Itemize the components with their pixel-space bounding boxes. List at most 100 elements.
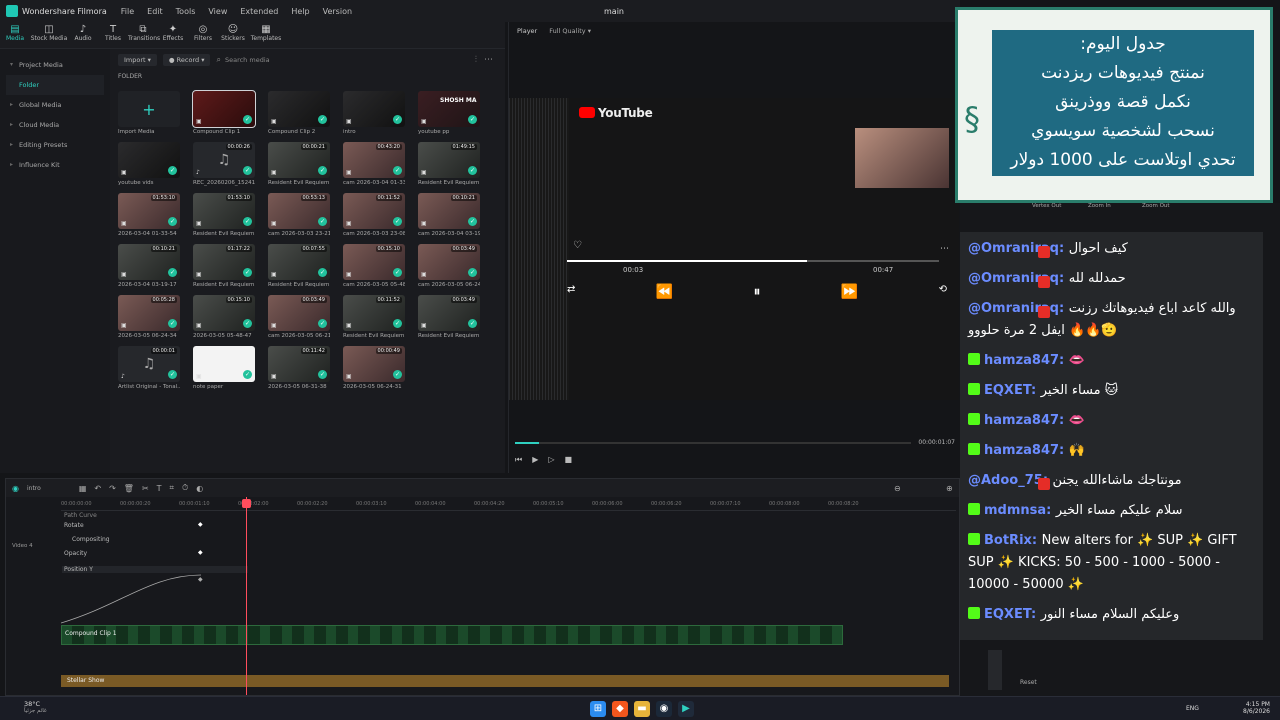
media-thumbnail[interactable]: 00:05:28 ▣ ✓ [118, 295, 180, 331]
menu-view[interactable]: View [208, 7, 227, 16]
repeat-icon[interactable]: ⟲ [939, 284, 947, 300]
timeline-ruler[interactable]: 00:00:00:00 00:00:00:20 00:00:01:10 00:00:0… [61, 497, 956, 511]
forward-icon[interactable]: ⏩ [841, 284, 858, 300]
sidebar-item-project-media[interactable]: ▾ Project Media [0, 55, 110, 75]
media-thumbnail[interactable]: 00:53:13 ▣ ✓ [268, 193, 330, 229]
undo-icon[interactable]: ↶ [94, 484, 101, 493]
tool-audio[interactable]: ♪ Audio [68, 22, 98, 48]
keyframe-diamond-icon[interactable]: ◆ [198, 549, 203, 556]
media-card[interactable]: 01:53:10 ▣ ✓ 2026-03-04 01-33-54 [118, 193, 180, 237]
media-thumbnail[interactable]: ♫ 00:00:01 ♪ ✓ [118, 346, 180, 382]
media-card[interactable]: 00:00:21 ▣ ✓ Resident Evil Requiem... [268, 142, 330, 186]
media-card[interactable]: 00:11:52 ▣ ✓ cam 2026-03-03 23-08... [343, 193, 405, 237]
media-thumbnail[interactable]: 00:00:21 ▣ ✓ [268, 142, 330, 178]
media-card[interactable]: 00:03:49 ▣ ✓ cam 2026-03-05 06-24... [418, 244, 480, 288]
media-thumbnail[interactable]: ▣ ✓ [192, 90, 256, 128]
next-frame-icon[interactable]: ▷ [548, 455, 554, 465]
media-thumbnail[interactable]: SHOSH MA ▣ ✓ [418, 91, 480, 127]
more-icon[interactable]: ⋯ [940, 244, 949, 254]
media-thumbnail[interactable]: ▣ ✓ [118, 142, 180, 178]
text-icon[interactable]: T [157, 484, 162, 493]
media-thumbnail[interactable]: 00:15:10 ▣ ✓ [193, 295, 255, 331]
media-card[interactable]: ♫ 00:00:01 ♪ ✓ Artlist Original - Tonal... [118, 346, 180, 390]
redo-icon[interactable]: ↷ [109, 484, 116, 493]
media-card[interactable]: 00:53:13 ▣ ✓ cam 2026-03-03 23-21... [268, 193, 330, 237]
media-card[interactable]: 00:15:10 ▣ ✓ 2026-03-05 05-48-47 [193, 295, 255, 339]
reset-button[interactable]: Reset [1020, 679, 1037, 686]
media-thumbnail[interactable]: 00:11:42 ▣ ✓ [268, 346, 330, 382]
media-card[interactable]: ▣ ✓ Compound Clip 1 [192, 90, 256, 135]
stop-icon[interactable]: ■ [565, 455, 573, 465]
menu-extended[interactable]: Extended [240, 7, 278, 16]
media-card[interactable]: ▣ ✓ note paper [193, 346, 255, 390]
menu-help[interactable]: Help [291, 7, 309, 16]
tool-titles[interactable]: T Titles [98, 22, 128, 48]
media-card[interactable]: SHOSH MA ▣ ✓ youtube pp [418, 91, 480, 135]
media-card[interactable]: + Import Media [118, 91, 180, 135]
prev-frame-icon[interactable]: ⏮ [515, 455, 522, 465]
filter-icon[interactable]: ⫶ [475, 55, 477, 65]
menu-tools[interactable]: Tools [176, 7, 196, 16]
brave-icon[interactable]: ◆ [612, 701, 628, 717]
play-icon[interactable]: ▶ [532, 455, 538, 465]
steam-icon[interactable]: ◉ [656, 701, 672, 717]
media-card[interactable]: 00:11:42 ▣ ✓ 2026-03-05 06-31-38 [268, 346, 330, 390]
media-card[interactable]: 00:11:52 ▣ ✓ Resident Evil Requiem... [343, 295, 405, 339]
media-card[interactable]: ♫ 00:00:26 ♪ ✓ REC_20260206_152418 [193, 142, 255, 186]
shuffle-icon[interactable]: ⇄ [567, 284, 575, 300]
grid-icon[interactable]: ▦ [79, 484, 87, 493]
sequence-name[interactable]: intro [27, 485, 41, 492]
media-thumbnail[interactable]: 01:53:10 ▣ ✓ [118, 193, 180, 229]
menu-version[interactable]: Version [323, 7, 352, 16]
tool-templates[interactable]: ▦ Templates [248, 22, 284, 48]
tool-filters[interactable]: ◎ Filters [188, 22, 218, 48]
media-thumbnail[interactable]: 00:43:20 ▣ ✓ [343, 142, 405, 178]
keyframe-diamond-icon[interactable]: ◆ [198, 521, 203, 528]
media-thumbnail[interactable]: ▣ ✓ [268, 91, 330, 127]
media-thumbnail[interactable]: 00:03:49 ▣ ✓ [418, 244, 480, 280]
sidebar-item-global-media[interactable]: ▸ Global Media [0, 95, 110, 115]
language-indicator[interactable]: ENG [1186, 705, 1199, 712]
media-card[interactable]: 00:05:28 ▣ ✓ 2026-03-05 06-24-34 [118, 295, 180, 339]
media-card[interactable]: 01:49:15 ▣ ✓ Resident Evil Requiem... [418, 142, 480, 186]
pause-icon[interactable]: ⏸ [753, 284, 760, 300]
crop-icon[interactable]: ⌗ [170, 483, 175, 493]
quality-dropdown[interactable]: Full Quality ▾ [549, 27, 591, 35]
youtube-progress[interactable] [567, 260, 939, 262]
menu-file[interactable]: File [121, 7, 134, 16]
media-thumbnail[interactable]: 01:49:15 ▣ ✓ [418, 142, 480, 178]
speed-icon[interactable]: ⏱ [182, 483, 188, 493]
weather-widget[interactable]: 38°C غائم جزئياً [24, 700, 47, 714]
filmora-taskbar-icon[interactable]: ▶ [678, 701, 694, 717]
tool-stock-media[interactable]: ◫ Stock Media [30, 22, 68, 48]
video-clip[interactable]: Compound Clip 1 [61, 625, 843, 645]
sidebar-item-influence-kit[interactable]: ▸ Influence Kit [0, 155, 110, 175]
media-thumbnail[interactable]: 00:00:49 ▣ ✓ [343, 346, 405, 382]
delete-icon[interactable]: 🗑 [124, 484, 134, 493]
search-input[interactable]: Search media [225, 56, 270, 64]
media-card[interactable]: 01:53:10 ▣ ✓ Resident Evil Requiem... [193, 193, 255, 237]
tool-media[interactable]: ▤ Media [0, 22, 30, 48]
media-thumbnail[interactable]: ▣ ✓ [193, 346, 255, 382]
playhead[interactable] [242, 497, 251, 695]
audio-clip[interactable]: Stellar Show [61, 675, 949, 687]
vertex-out-label[interactable]: Vertex Out [1032, 203, 1061, 209]
menu-edit[interactable]: Edit [147, 7, 163, 16]
media-card[interactable]: ▣ ✓ youtube vids [118, 142, 180, 186]
media-thumbnail[interactable]: 00:15:10 ▣ ✓ [343, 244, 405, 280]
media-card[interactable]: 00:07:55 ▣ ✓ Resident Evil Requiem... [268, 244, 330, 288]
record-dropdown[interactable]: ● Record ▾ [162, 54, 211, 66]
sidebar-item-cloud-media[interactable]: ▸ Cloud Media [0, 115, 110, 135]
media-thumbnail[interactable]: 00:10:21 ▣ ✓ [418, 193, 480, 229]
color-icon[interactable]: ◐ [196, 484, 203, 493]
clock[interactable]: 4:15 PM 8/6/2026 [1243, 701, 1270, 715]
media-card[interactable]: ▣ ✓ Compound Clip 2 [268, 91, 330, 135]
tool-stickers[interactable]: ☺ Stickers [218, 22, 248, 48]
media-thumbnail[interactable]: 00:03:49 ▣ ✓ [268, 295, 330, 331]
preview-screen[interactable]: YouTube ♡ ⋯ 00:03 00:47 ⇄ ⏪ ⏸ ⏩ ⟲ [509, 98, 959, 400]
media-thumbnail[interactable]: 00:11:52 ▣ ✓ [343, 193, 405, 229]
explorer-icon[interactable]: ▬ [634, 701, 650, 717]
media-card[interactable]: 00:15:10 ▣ ✓ cam 2026-03-05 05-48... [343, 244, 405, 288]
sidebar-item-editing-presets[interactable]: ▸ Editing Presets [0, 135, 110, 155]
media-thumbnail[interactable]: ♫ 00:00:26 ♪ ✓ [193, 142, 255, 178]
